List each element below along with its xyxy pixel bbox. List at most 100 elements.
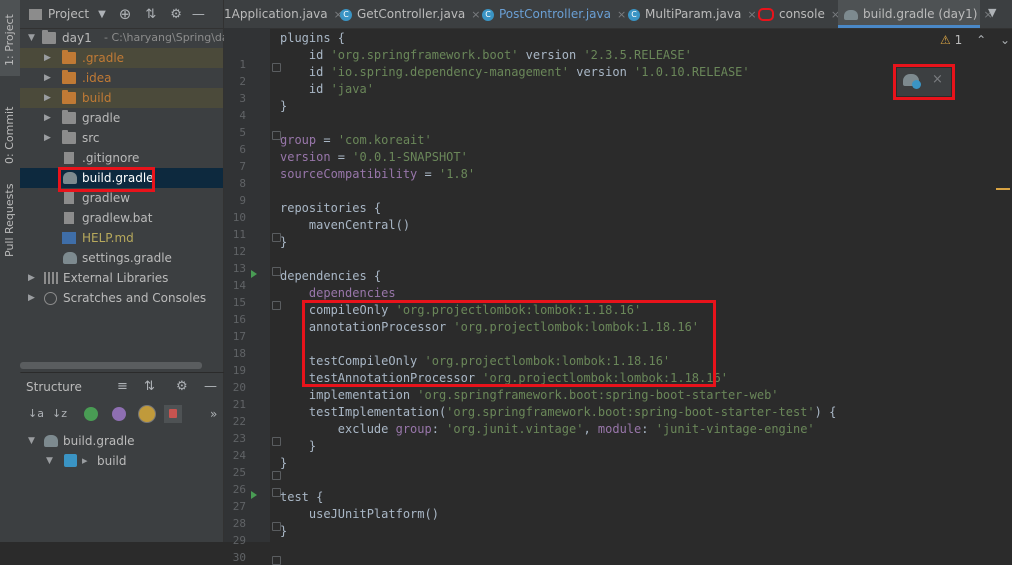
structure-item-label: build (97, 454, 127, 468)
chevron-down-icon[interactable]: ⌄ (1000, 33, 1010, 47)
chevron-down-icon[interactable]: ▼ (98, 9, 106, 20)
code-line: implementation 'org.springframework.boot… (280, 388, 779, 402)
run-arrow-icon[interactable] (251, 491, 257, 499)
code-line: } (280, 456, 288, 470)
close-icon[interactable]: × (471, 8, 480, 21)
chevron-right-icon[interactable]: ▶ (44, 108, 54, 128)
tree-item-build[interactable]: ▶ build (20, 88, 223, 108)
line-number: 17 (232, 330, 246, 343)
line-number: 3 (239, 92, 246, 105)
line-number: 2 (239, 75, 246, 88)
show-fields-icon[interactable] (84, 407, 98, 421)
tree-item-gradle-dir[interactable]: ▶ .gradle (20, 48, 223, 68)
tree-item-idea[interactable]: ▶ .idea (20, 68, 223, 88)
structure-item-root[interactable]: ▼ build.gradle (20, 431, 223, 451)
root-path: - C:\haryang\Spring\da (104, 31, 229, 44)
structure-panel: Structure ≡ ⇅ ⚙ — ↓a ↓z » ▼ build.gradle… (20, 373, 224, 542)
chevron-right-icon[interactable]: ▶ (44, 88, 54, 108)
line-number: 12 (232, 245, 246, 258)
code-editor[interactable]: plugins { id 'org.springframework.boot' … (280, 28, 1000, 542)
show-properties-icon[interactable] (112, 407, 126, 421)
chevron-right-icon[interactable]: ▶ (44, 128, 54, 148)
warning-scroll-marker[interactable] (996, 188, 1010, 190)
warning-icon: ⚠ (940, 33, 951, 47)
chevron-down-icon[interactable]: ▼ (28, 28, 38, 48)
line-number: 20 (232, 381, 246, 394)
line-number: 7 (239, 160, 246, 173)
chevron-down-icon[interactable]: ▼ (28, 431, 38, 451)
close-icon[interactable]: × (747, 8, 756, 21)
tree-item-gitignore[interactable]: .gitignore (20, 148, 223, 168)
code-line: } (280, 524, 288, 538)
editor-tab-bar: 1Application.java × C GetController.java × … (224, 0, 1012, 29)
chevron-down-icon[interactable]: ▼ (46, 451, 56, 471)
chevron-right-icon[interactable]: ▶ (28, 288, 38, 308)
tab-postcontroller[interactable]: C PostController.java × (482, 0, 626, 28)
chevron-right-icon[interactable]: ▶ (44, 68, 54, 88)
locate-icon[interactable]: ⊕ (119, 5, 132, 23)
folder-icon (42, 30, 56, 44)
folder-icon (62, 130, 76, 144)
expand-all-icon[interactable]: ≡ (117, 373, 128, 401)
tree-item-gradlew-bat[interactable]: gradlew.bat (20, 208, 223, 228)
code-line: id 'io.spring.dependency-management' ver… (280, 65, 750, 79)
tree-item-settings-gradle[interactable]: settings.gradle (20, 248, 223, 268)
code-line: } (280, 99, 288, 113)
tab-build-gradle[interactable]: build.gradle (day1) × (838, 0, 993, 28)
chevron-right-icon[interactable]: ▶ (28, 268, 38, 288)
collapse-all-icon[interactable]: ⇅ (144, 373, 155, 401)
tree-item-label: build (82, 91, 112, 105)
structure-item-build[interactable]: ▼ ▸ build (20, 451, 223, 471)
file-icon (64, 152, 74, 164)
tab-1application[interactable]: 1Application.java × (224, 0, 343, 28)
tab-getcontroller[interactable]: C GetController.java × (340, 0, 481, 28)
tab-label: build.gradle (day1) (863, 7, 978, 21)
gear-icon[interactable]: ⚙ (176, 373, 188, 401)
inspection-widget[interactable]: ⚠ 1 ⌃ ⌄ (940, 33, 1010, 47)
line-number: 22 (232, 415, 246, 428)
tree-item-gradle[interactable]: ▶ gradle (20, 108, 223, 128)
code-line: sourceCompatibility = '1.8' (280, 167, 476, 181)
editor-gutter: 1 2 3 4 5 6 7 8 9 10 11 12 13 14 15 16 17 18 19 20 21 22 23 24 2… (224, 28, 281, 565)
fold-marker-icon[interactable] (272, 556, 281, 565)
line-number: 13 (232, 262, 246, 275)
gear-icon[interactable]: ⚙ (170, 7, 182, 22)
minimize-icon[interactable]: — (192, 7, 205, 22)
tree-root-day1[interactable]: ▼ day1 - C:\haryang\Spring\da (20, 28, 229, 48)
tree-item-label: .gradle (82, 51, 125, 65)
class-icon: C (340, 8, 352, 21)
line-number: 4 (239, 109, 246, 122)
tab-multiparam[interactable]: C MultiParam.java × (628, 0, 757, 28)
lock-icon: ▸ (82, 454, 88, 467)
chevron-right-icon[interactable]: ▶ (44, 48, 54, 68)
run-arrow-icon[interactable] (251, 270, 257, 278)
commit-tool-tab[interactable]: 0: Commit (0, 92, 20, 172)
code-line: } (280, 439, 317, 453)
show-non-public-icon[interactable] (164, 405, 182, 423)
close-icon[interactable]: × (617, 8, 626, 21)
tab-list-dropdown-icon[interactable]: ▼ (988, 6, 996, 19)
tree-item-external-libraries[interactable]: ▶ External Libraries (20, 268, 223, 288)
class-icon: C (628, 8, 640, 21)
tree-item-scratches[interactable]: ▶ Scratches and Consoles (20, 288, 223, 308)
gradle-elephant-icon (844, 9, 858, 20)
project-tool-tab[interactable]: 1: Project (0, 0, 20, 76)
sort-visibility-icon[interactable]: ↓z (52, 407, 67, 420)
tab-console[interactable]: console × (758, 0, 842, 28)
folder-icon (62, 50, 76, 64)
collapse-all-icon[interactable]: ⇅ (145, 7, 156, 22)
tree-item-src[interactable]: ▶ src (20, 128, 223, 148)
project-view-selector[interactable]: Project (48, 7, 89, 21)
tree-item-help-md[interactable]: HELP.md (20, 228, 223, 248)
horizontal-scrollbar[interactable] (20, 362, 202, 369)
show-methods-icon[interactable] (138, 405, 156, 423)
structure-item-label: build.gradle (63, 434, 135, 448)
code-line: repositories { (280, 201, 382, 215)
chevron-up-icon[interactable]: ⌃ (976, 33, 986, 47)
line-number: 19 (232, 364, 246, 377)
pull-requests-tool-tab[interactable]: Pull Requests (0, 184, 20, 275)
project-tool-label: 1: Project (3, 14, 16, 66)
code-line: testImplementation('org.springframework.… (280, 405, 837, 419)
sort-alpha-icon[interactable]: ↓a (28, 407, 44, 420)
scratches-icon (44, 292, 57, 305)
